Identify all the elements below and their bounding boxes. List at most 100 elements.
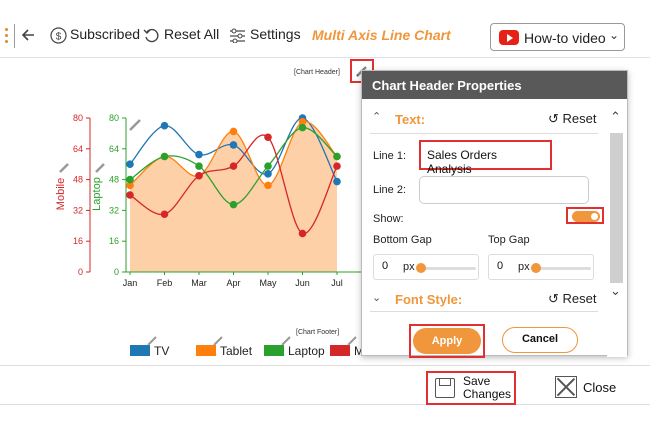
multi-axis-line-chart: 80 64 48 32 16 0 Mobile 80 64 48 32 16 0 Laptop Jan Feb… [55, 113, 365, 358]
save-icon [435, 378, 455, 398]
show-toggle-highlight[interactable] [566, 207, 604, 224]
chevron-down-icon[interactable]: ⌄ [372, 291, 381, 304]
y-axis-title: Mobile [55, 178, 67, 210]
data-point-mobile [160, 210, 169, 219]
y-tick-label: 48 [109, 175, 119, 185]
bottom-gap-slider[interactable] [418, 267, 476, 270]
data-point-tv [195, 150, 203, 159]
section-divider [370, 133, 598, 134]
bottom-bar: Save Changes Close [0, 365, 650, 405]
x-tick-label: Jan [123, 278, 138, 288]
line2-label: Line 2: [373, 184, 407, 196]
data-point-mobile [195, 171, 203, 180]
cancel-button[interactable]: Cancel [502, 327, 578, 353]
show-label: Show: [373, 213, 404, 225]
top-gap-slider-thumb[interactable] [531, 263, 541, 273]
scroll-down-icon[interactable]: ⌄ [610, 283, 621, 299]
data-point-mobile [298, 229, 307, 238]
line1-label: Line 1: [373, 150, 407, 162]
panel-scrollbar[interactable]: ⌃ ⌄ [607, 103, 627, 357]
apply-highlight[interactable]: Apply [409, 324, 485, 358]
scroll-thumb[interactable] [610, 133, 623, 283]
top-gap-control[interactable]: 0 px [488, 254, 594, 280]
bottom-gap-input[interactable]: 0 [378, 260, 400, 276]
line2-input[interactable] [419, 176, 589, 204]
data-point-tablet [264, 181, 272, 190]
x-tick-label: Mar [191, 278, 207, 288]
y-tick-label: 16 [73, 236, 83, 246]
data-point-laptop [333, 152, 341, 161]
legend-swatch-laptop [264, 345, 284, 356]
top-gap-input[interactable]: 0 [493, 260, 515, 276]
data-point-tv [126, 160, 134, 168]
data-point-mobile [126, 191, 134, 199]
legend-swatch-mobile [330, 345, 350, 356]
data-point-laptop [264, 162, 272, 170]
data-point-tv [160, 121, 169, 130]
youtube-icon [499, 30, 519, 45]
x-tick-label: Apr [226, 278, 240, 288]
font-style-section-title[interactable]: Font Style: [395, 292, 462, 307]
data-point-mobile [264, 133, 272, 142]
subscribed-button[interactable]: Subscribed [70, 26, 140, 42]
svg-text:$: $ [56, 32, 62, 43]
pencil-icon [95, 163, 105, 173]
legend-swatch-tablet [196, 345, 216, 356]
bottom-gap-label: Bottom Gap [373, 234, 432, 246]
y-tick-label: 64 [73, 144, 83, 154]
y-tick-label: 0 [114, 267, 119, 277]
y-tick-label: 80 [109, 113, 119, 123]
data-point-mobile [333, 162, 341, 170]
pencil-icon [129, 119, 141, 131]
x-tick-label: Jun [295, 278, 310, 288]
chart-header-properties-panel: Chart Header Properties ⌃ Text: ↺ Reset … [361, 70, 628, 358]
save-changes-label: Save Changes [463, 375, 511, 401]
data-point-tv [333, 177, 341, 186]
text-reset-button[interactable]: ↺ Reset [548, 111, 596, 127]
data-point-laptop [160, 152, 169, 161]
bottom-gap-unit: px [403, 261, 415, 273]
apply-button[interactable]: Apply [413, 328, 481, 354]
reset-icon [143, 28, 159, 43]
data-point-laptop [195, 162, 203, 170]
legend-label: Laptop [288, 344, 325, 358]
font-reset-label: Reset [562, 291, 597, 306]
save-changes-button[interactable]: Save Changes [426, 371, 516, 405]
text-reset-label: Reset [562, 111, 597, 126]
y-tick-label: 0 [78, 267, 83, 277]
toolbar-divider [14, 24, 15, 48]
legend-label: Tablet [220, 344, 253, 358]
dollar-icon: $ [50, 27, 67, 44]
section-divider [370, 311, 598, 312]
settings-button[interactable]: Settings [250, 26, 301, 42]
y-tick-label: 80 [73, 113, 83, 123]
app-window: $ Subscribed Reset All Settings Multi Ax… [0, 0, 650, 424]
toolbar: $ Subscribed Reset All Settings Multi Ax… [0, 0, 650, 58]
legend-label: TV [154, 344, 169, 358]
text-section-title[interactable]: Text: [395, 112, 425, 127]
font-reset-button[interactable]: ↺ Reset [548, 291, 596, 307]
data-point-mobile [229, 162, 238, 170]
settings-sliders-icon [230, 28, 245, 43]
y-axis-title: Laptop [91, 177, 103, 211]
x-tick-label: May [259, 278, 277, 288]
bottom-gap-slider-thumb[interactable] [416, 263, 426, 273]
show-toggle[interactable] [572, 211, 600, 222]
x-tick-label: Jul [331, 278, 343, 288]
close-icon[interactable] [555, 376, 577, 398]
pencil-icon [59, 163, 69, 173]
bottom-gap-control[interactable]: 0 px [373, 254, 479, 280]
reset-all-button[interactable]: Reset All [164, 26, 219, 42]
line1-input[interactable]: Sales Orders Analysis [419, 140, 552, 176]
chevron-down-icon: ⌄ [609, 28, 620, 42]
scroll-up-icon[interactable]: ⌃ [610, 109, 621, 125]
back-arrow-icon[interactable] [20, 27, 36, 43]
top-gap-unit: px [518, 261, 530, 273]
top-gap-slider[interactable] [533, 267, 591, 270]
legend-swatch-tv [130, 345, 150, 356]
menu-dots-icon[interactable] [5, 28, 9, 46]
close-button[interactable]: Close [583, 380, 616, 395]
chevron-up-icon[interactable]: ⌃ [372, 110, 381, 123]
y-tick-label: 48 [73, 175, 83, 185]
howto-video-dropdown[interactable]: How-to video ⌄ [490, 23, 625, 51]
